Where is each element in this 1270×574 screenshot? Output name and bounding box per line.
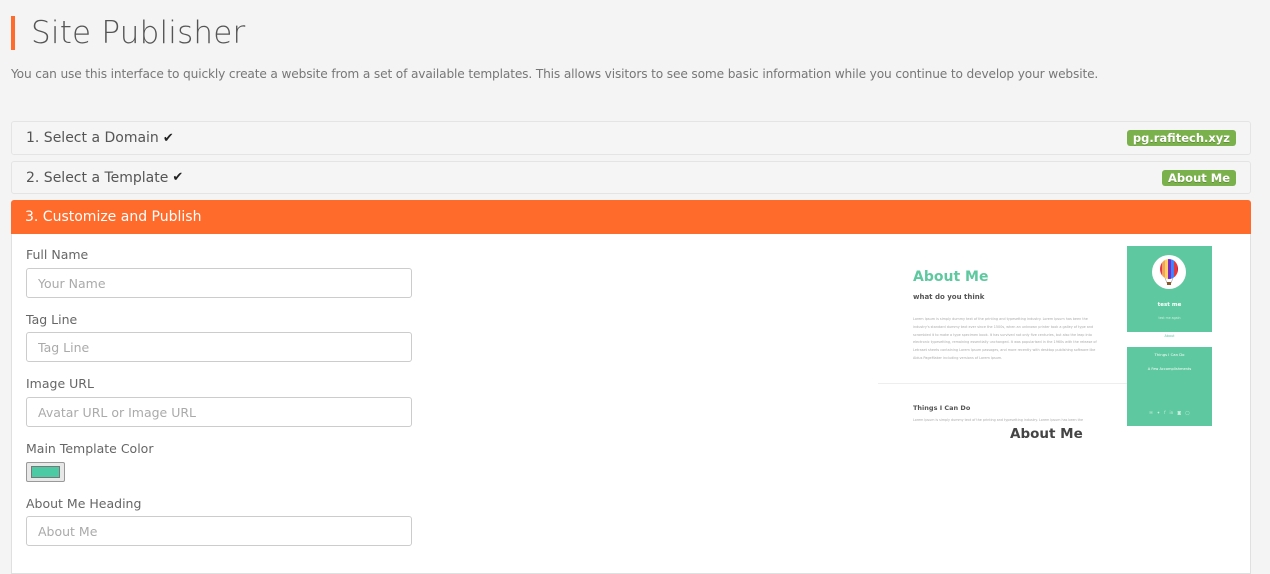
github-icon: ◯ (1185, 410, 1190, 415)
preview-things-text: Lorem Ipsum is simply dummy text of the … (913, 418, 1084, 422)
balloon-avatar-icon (1152, 255, 1186, 289)
image-url-input[interactable] (26, 397, 412, 427)
image-url-label: Image URL (26, 376, 94, 391)
preview-body-text: Lorem Ipsum is simply dummy text of the … (913, 317, 1097, 360)
preview-subheading: what do you think (913, 293, 985, 301)
main-color-picker[interactable] (26, 462, 65, 482)
page-header: Site Publisher (11, 15, 246, 51)
step-label: 2. Select a Template (26, 169, 169, 186)
envelope-icon: ✉ (1149, 410, 1153, 415)
facebook-icon: f (1164, 410, 1166, 415)
step-select-template[interactable]: 2. Select a Template ✔ About Me (11, 161, 1251, 194)
check-icon: ✔ (162, 130, 174, 146)
domain-badge: pg.rafitech.xyz (1126, 130, 1236, 146)
preview-heading: About Me (913, 269, 989, 285)
step-label: 1. Select a Domain (26, 130, 159, 146)
check-icon: ✔ (172, 170, 184, 185)
preview-sidebar-profile: test me test me again (1127, 246, 1212, 332)
full-name-label: Full Name (26, 247, 89, 262)
instagram-icon: ◙ (1177, 410, 1182, 415)
template-preview: About Me what do you think Lorem Ipsum i… (878, 246, 1213, 446)
preview-divider (878, 383, 1128, 384)
preview-nav-accomplishments: A Few Accomplishments (1147, 367, 1192, 371)
main-color-label: Main Template Color (26, 441, 154, 456)
twitter-icon: ✦ (1156, 410, 1161, 415)
step-select-domain[interactable]: 1. Select a Domain ✔ pg.rafitech.xyz (11, 121, 1251, 155)
template-badge: About Me (1162, 169, 1236, 186)
preview-sidebar-nav: Things I Can Do A Few Accomplishments ✉ … (1127, 347, 1212, 426)
page-intro: You can use this interface to quickly cr… (11, 67, 1099, 81)
preview-about-link: About (1164, 334, 1175, 338)
preview-social-icons: ✉ ✦ f in ◙ ◯ (1127, 410, 1212, 415)
about-heading-input[interactable] (26, 516, 412, 546)
color-swatch (31, 466, 60, 478)
tag-line-label: Tag Line (26, 312, 78, 327)
linkedin-icon: in (1169, 410, 1174, 415)
step-customize-publish[interactable]: 3. Customize and Publish (11, 200, 1251, 234)
preview-nav-things: Things I Can Do (1154, 352, 1185, 357)
preview-caption: About Me (1010, 426, 1083, 442)
tag-line-input[interactable] (26, 332, 412, 362)
full-name-input[interactable] (26, 268, 412, 298)
customize-panel: Full Name Tag Line Image URL Main Templa… (11, 234, 1251, 574)
preview-name: test me (1157, 302, 1182, 308)
step-label: 3. Customize and Publish (25, 209, 202, 225)
page-title: Site Publisher (31, 15, 246, 51)
preview-tagline: test me again (1158, 316, 1181, 320)
about-heading-label: About Me Heading (26, 496, 142, 511)
preview-things-heading: Things I Can Do (913, 404, 971, 412)
